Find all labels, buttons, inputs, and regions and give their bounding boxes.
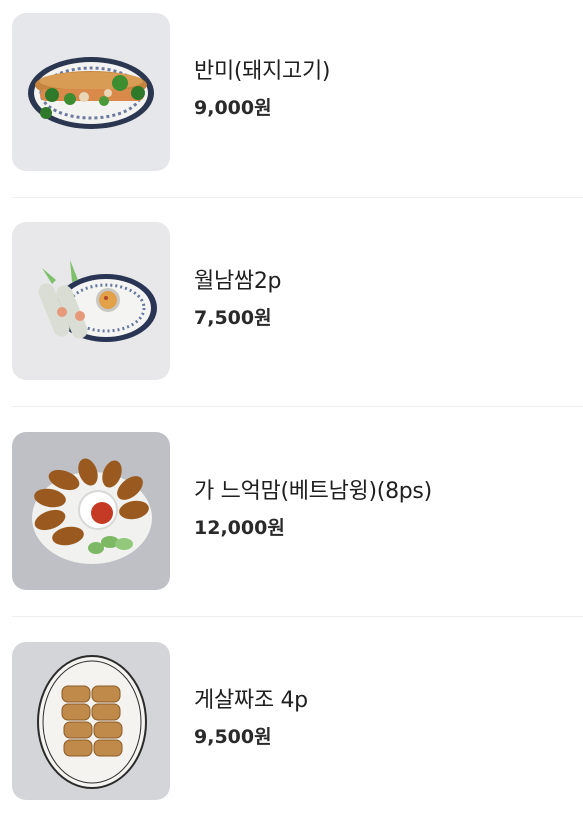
menu-item-name: 월남쌈2p — [194, 269, 282, 294]
menu-item-price: 12,000원 — [194, 517, 285, 539]
menu-item-chicken-wings[interactable]: 가 느억맘(베트남윙)(8ps) 12,000원 — [0, 419, 583, 628]
menu-item-name: 반미(돼지고기) — [194, 59, 331, 84]
menu-item-fried-rolls[interactable]: 게살짜조 4p 9,500원 — [0, 629, 583, 838]
spring-roll-icon — [12, 222, 170, 380]
menu-item-banh-mi[interactable]: 반미(돼지고기) 9,000원 — [0, 0, 583, 209]
chicken-wings-icon — [12, 432, 170, 590]
menu-item-image[interactable] — [12, 642, 170, 800]
divider — [12, 616, 583, 617]
menu-item-name: 가 느억맘(베트남윙)(8ps) — [194, 479, 432, 504]
divider — [12, 197, 583, 198]
divider — [12, 406, 583, 407]
banh-mi-icon — [12, 13, 170, 171]
menu-item-image[interactable] — [12, 222, 170, 380]
menu-item-name: 게살짜조 4p — [194, 688, 308, 713]
menu-item-spring-roll[interactable]: 월남쌈2p 7,500원 — [0, 210, 583, 419]
menu-item-image[interactable] — [12, 432, 170, 590]
menu-list: 반미(돼지고기) 9,000원 월남쌈2p 7,500원 가 느억맘(베트남윙)… — [0, 0, 583, 815]
fried-rolls-icon — [12, 642, 170, 800]
menu-item-price: 9,000원 — [194, 97, 272, 119]
menu-item-price: 7,500원 — [194, 307, 272, 329]
menu-item-image[interactable] — [12, 13, 170, 171]
menu-item-price: 9,500원 — [194, 726, 272, 748]
